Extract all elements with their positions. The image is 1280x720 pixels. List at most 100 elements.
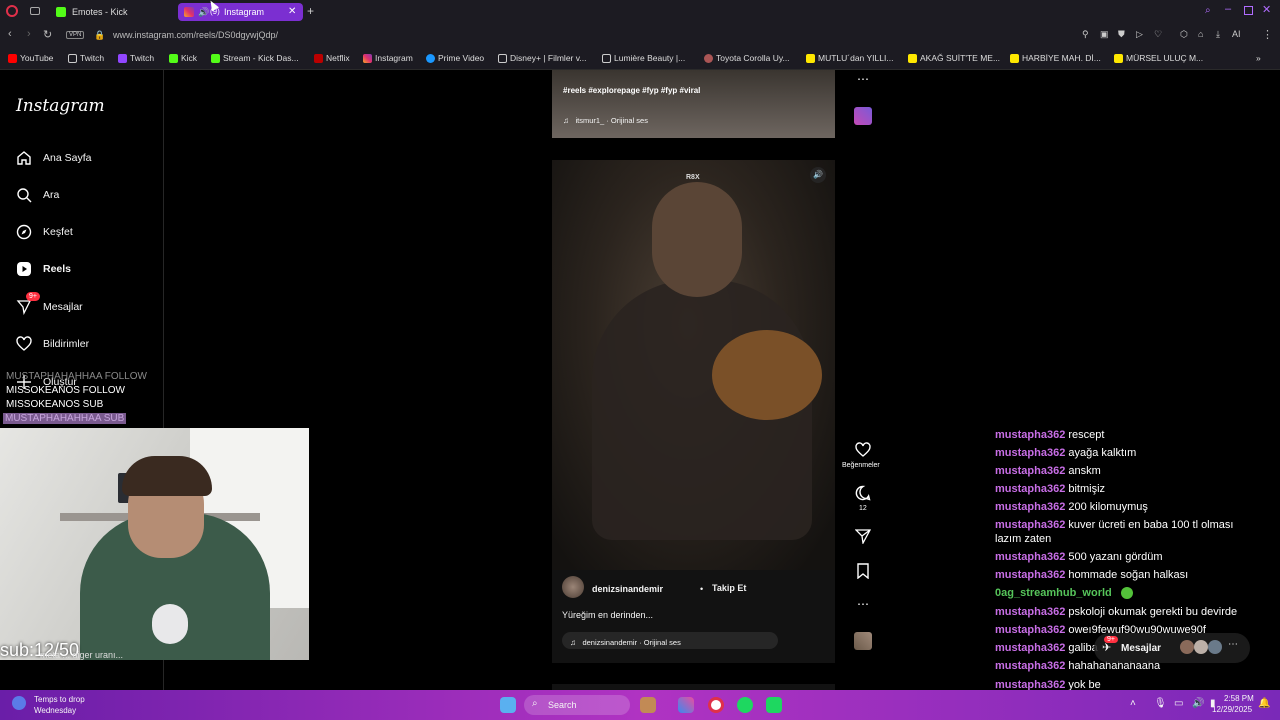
bookmark-kick[interactable]: Kick [169, 53, 197, 63]
bookmark-mursel[interactable]: MÜRSEL ULUÇ M... [1114, 53, 1203, 63]
reload-icon[interactable]: ↻ [43, 28, 52, 41]
maximize-icon[interactable] [1244, 6, 1253, 15]
forward-icon[interactable]: › [27, 28, 31, 40]
ai-button[interactable]: AI [1232, 29, 1241, 39]
previous-reel[interactable]: #reels #explorepage #fyp #fyp #viral ♫ i… [552, 70, 835, 138]
chat-username[interactable]: mustapha362 [995, 429, 1065, 441]
avatar [1194, 640, 1208, 654]
chat-username[interactable]: mustapha362 [995, 642, 1065, 654]
opera-icon[interactable] [708, 697, 724, 713]
start-button[interactable] [500, 697, 516, 713]
chat-username[interactable]: mustapha362 [995, 501, 1065, 513]
disney-icon [498, 54, 507, 63]
reel-video[interactable] [552, 160, 835, 570]
snapshot-icon[interactable]: ▣ [1100, 29, 1109, 40]
reel-hashtags[interactable]: #reels #explorepage #fyp #fyp #viral [563, 86, 700, 95]
chat-username[interactable]: mustapha362 [995, 483, 1065, 495]
bookmark-twitch-1[interactable]: Twitch [68, 53, 104, 63]
chat-username[interactable]: mustapha362 [995, 465, 1065, 477]
tab-kick-dashboard[interactable]: Emotes - Kick Dashboard [50, 3, 172, 35]
close-window-icon[interactable]: ✕ [1262, 3, 1271, 16]
audio-thumbnail[interactable] [854, 107, 872, 125]
chat-username[interactable]: mustapha362 [995, 624, 1065, 636]
microphone-icon[interactable]: 🎙 [1154, 698, 1167, 709]
wallet-icon[interactable]: ⌂ [1198, 29, 1203, 39]
chat-username[interactable]: mustapha362 [995, 569, 1065, 581]
bookmark-instagram[interactable]: Instagram [363, 53, 413, 63]
network-icon[interactable]: ▭ [1174, 698, 1183, 709]
follow-button[interactable]: Takip Et [706, 579, 752, 597]
bookmark-mutlu[interactable]: MUTLU´dan YILLI... [806, 53, 893, 63]
search-icon [17, 188, 32, 203]
download-icon[interactable]: ⤓ [1216, 29, 1220, 40]
reel-username[interactable]: denizsinandemir [592, 584, 663, 594]
current-reel[interactable]: R8X 🔊 denizsinandemir • Takip Et Yüreğim… [552, 160, 835, 663]
vpn-badge[interactable]: VPN [66, 31, 85, 39]
extensions-icon[interactable]: ⬡ [1180, 29, 1188, 40]
clock-date[interactable]: 12/29/2025 [1212, 705, 1252, 714]
chat-username[interactable]: mustapha362 [995, 519, 1065, 531]
store-icon[interactable] [678, 697, 694, 713]
chat-message: mustapha362 500 yazanı gördüm [995, 551, 1163, 563]
page-icon [68, 54, 77, 63]
spotify-icon[interactable] [737, 697, 753, 713]
tab-instagram[interactable]: 🔊 (9) Instagram ✕ [178, 3, 303, 21]
bookmark-harbiye[interactable]: HARBİYE MAH. Dİ... [1010, 53, 1101, 63]
chat-username[interactable]: 0ag_streamhub_world [995, 587, 1112, 599]
reel-watermark: R8X [686, 174, 700, 181]
workspaces-icon[interactable] [30, 7, 40, 15]
minimize-icon[interactable]: – [1225, 3, 1231, 15]
bookmark-akag[interactable]: AKAĞ SUİT'TE ME... [908, 53, 1000, 63]
chat-username[interactable]: mustapha362 [995, 447, 1065, 459]
guitar-app-icon[interactable] [640, 697, 656, 713]
volume-icon[interactable]: 🔊 [810, 167, 826, 183]
more-options-icon[interactable]: ⋯ [852, 72, 874, 86]
weather-icon [12, 696, 26, 710]
taskbar-search[interactable]: ⌕ Search [524, 695, 630, 715]
pin-icon[interactable]: ⚲ [1082, 29, 1089, 40]
stream-alert-1: MUSTAPHAHAHHAA FOLLOW [6, 371, 147, 382]
weather-widget[interactable]: Temps to drop Wednesday [10, 693, 120, 717]
bookmark-prime-video[interactable]: Prime Video [426, 53, 484, 63]
chat-username[interactable]: mustapha362 [995, 606, 1065, 618]
save-button[interactable] [852, 563, 874, 584]
comment-button[interactable] [852, 485, 874, 506]
reel-audio-pill[interactable]: ♫ itsmur1_ · Orijinal ses [563, 110, 713, 125]
reel-audio-pill[interactable]: ♫ denizsinandemir · Orijinal ses [562, 632, 778, 649]
tab-search-icon[interactable]: ⌕ [1205, 5, 1211, 16]
new-tab-button[interactable]: + [307, 4, 314, 18]
like-button[interactable] [852, 442, 874, 463]
share-button[interactable] [852, 528, 874, 549]
url-field[interactable]: www.instagram.com/reels/DS0dgywjQdp/ [113, 30, 278, 40]
bookmark-disney[interactable]: Disney+ | Filmler v... [498, 53, 586, 63]
instagram-logo[interactable]: Instagram [16, 96, 105, 116]
volume-icon[interactable]: 🔊 [1192, 698, 1204, 709]
bookmark-twitch-2[interactable]: Twitch [118, 53, 154, 63]
netflix-icon [314, 54, 323, 63]
opera-logo-icon[interactable] [6, 5, 18, 17]
bookmark-lumiere[interactable]: Lumière Beauty |... [602, 53, 685, 63]
clock-time[interactable]: 2:58 PM [1224, 694, 1254, 703]
menu-icon[interactable]: ⋮ [1262, 28, 1273, 41]
notifications-icon[interactable]: 🔔 [1258, 698, 1270, 709]
speaker-icon[interactable]: 🔊 [198, 3, 209, 21]
back-icon[interactable]: ‹ [8, 28, 12, 40]
bookmarks-overflow-icon[interactable]: » [1256, 53, 1261, 63]
bookmark-stream-kick[interactable]: Stream - Kick Das... [211, 53, 299, 63]
avatar[interactable] [562, 576, 584, 598]
bookmark-netflix[interactable]: Netflix [314, 53, 350, 63]
shield-icon[interactable]: ⛊ [1118, 29, 1125, 40]
more-options-icon[interactable]: ⋯ [852, 597, 874, 611]
chevron-up-icon[interactable]: ˄ [1130, 698, 1136, 709]
favorite-icon[interactable]: ♡ [1154, 29, 1162, 40]
audio-thumbnail[interactable] [854, 632, 872, 650]
chat-username[interactable]: mustapha362 [995, 551, 1065, 563]
player-icon[interactable]: ▷ [1136, 29, 1143, 40]
bookmark-toyota[interactable]: Toyota Corolla Uy... [704, 53, 790, 63]
messages-popup[interactable]: ✈ 9+ Mesajlar ⋯ [1094, 633, 1250, 663]
bookmark-youtube[interactable]: YouTube [8, 53, 53, 63]
chat-username[interactable]: mustapha362 [995, 660, 1065, 672]
close-tab-icon[interactable]: ✕ [288, 3, 296, 21]
streaming-app-icon[interactable] [766, 697, 782, 713]
address-bar: ‹ › ↻ VPN 🔒 www.instagram.com/reels/DS0d… [0, 24, 1280, 48]
